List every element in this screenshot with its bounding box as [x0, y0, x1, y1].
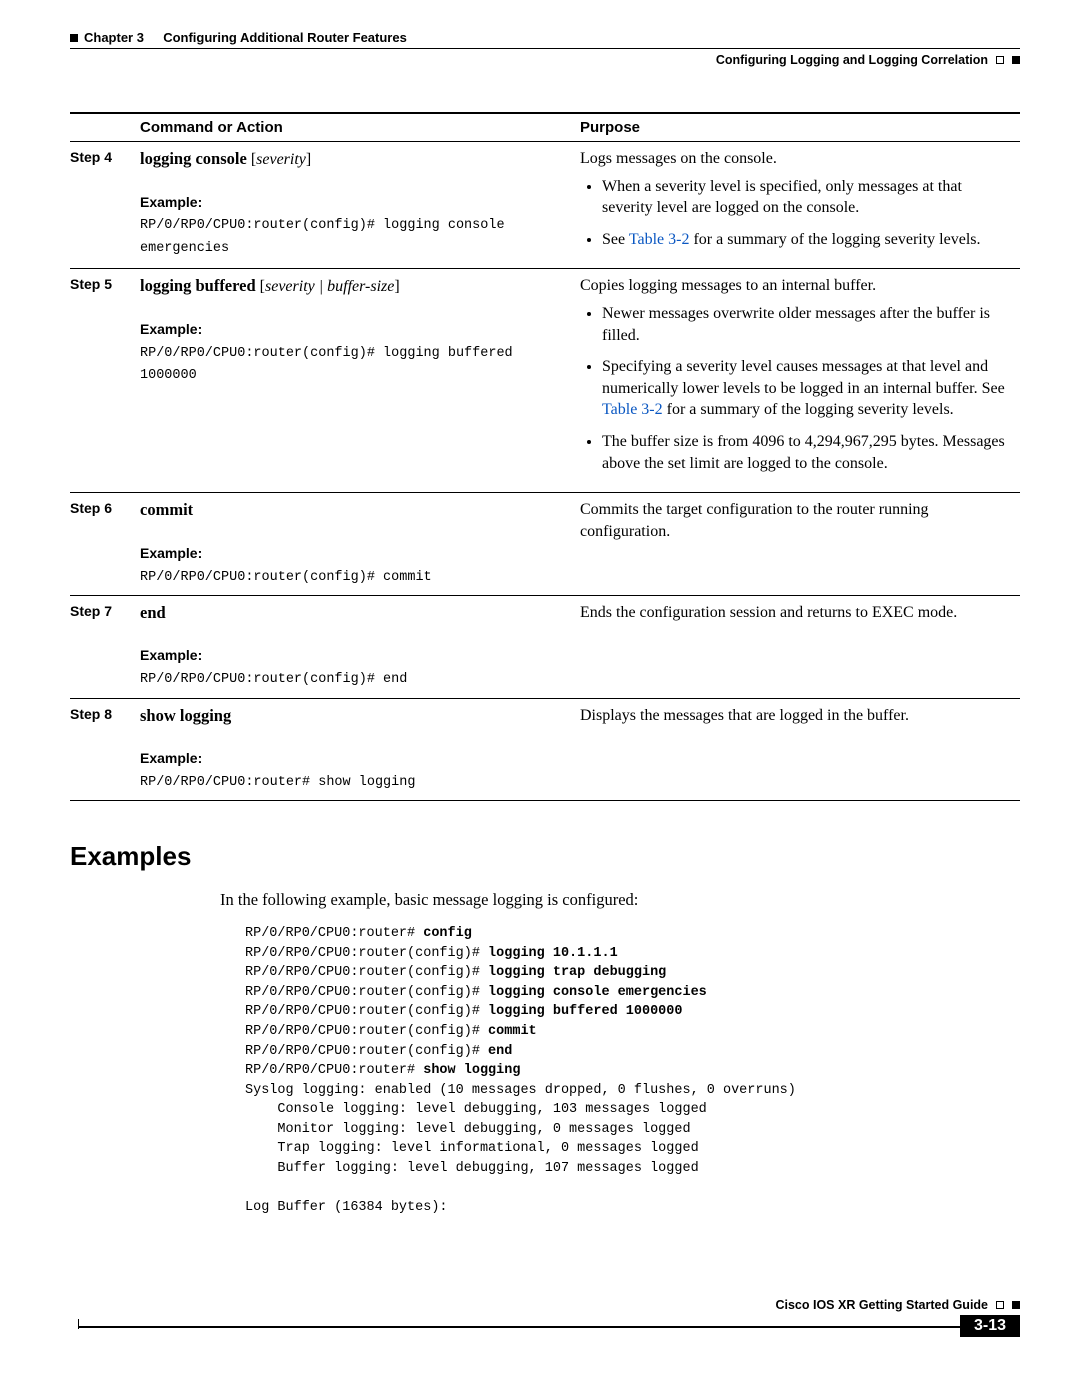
step-label: Step 4 — [70, 142, 140, 269]
square-icon — [1012, 1301, 1020, 1309]
table-row: Step 6commitExample:RP/0/RP0/CPU0:router… — [70, 493, 1020, 596]
chapter-title: Configuring Additional Router Features — [163, 30, 407, 45]
command-cell: logging console [severity]Example:RP/0/R… — [140, 142, 580, 269]
step-label: Step 6 — [70, 493, 140, 596]
square-icon — [70, 34, 78, 42]
footer-guide: Cisco IOS XR Getting Started Guide — [775, 1298, 988, 1312]
command-cell: logging buffered [severity | buffer-size… — [140, 269, 580, 493]
step-label: Step 5 — [70, 269, 140, 493]
page-number: 3-13 — [960, 1315, 1020, 1337]
col-command-header: Command or Action — [140, 113, 580, 142]
example-code-block: RP/0/RP0/CPU0:router# config RP/0/RP0/CP… — [245, 924, 1020, 1217]
table-row: Step 8show loggingExample:RP/0/RP0/CPU0:… — [70, 698, 1020, 801]
table-row: Step 5logging buffered [severity | buffe… — [70, 269, 1020, 493]
table-row: Step 7endExample:RP/0/RP0/CPU0:router(co… — [70, 595, 1020, 698]
square-outline-icon — [996, 56, 1004, 64]
purpose-cell: Logs messages on the console.When a seve… — [580, 142, 1020, 269]
examples-heading: Examples — [70, 841, 1020, 872]
purpose-cell: Ends the configuration session and retur… — [580, 595, 1020, 698]
page-footer: Cisco IOS XR Getting Started Guide 3-13 — [70, 1298, 1020, 1337]
command-cell: endExample:RP/0/RP0/CPU0:router(config)#… — [140, 595, 580, 698]
command-cell: commitExample:RP/0/RP0/CPU0:router(confi… — [140, 493, 580, 596]
section-title: Configuring Logging and Logging Correlat… — [716, 53, 988, 67]
purpose-cell: Displays the messages that are logged in… — [580, 698, 1020, 801]
square-outline-icon — [996, 1301, 1004, 1309]
square-icon — [1012, 56, 1020, 64]
table-row: Step 4logging console [severity]Example:… — [70, 142, 1020, 269]
col-purpose-header: Purpose — [580, 113, 1020, 142]
page-header: Chapter 3 Configuring Additional Router … — [70, 30, 1020, 45]
step-label: Step 7 — [70, 595, 140, 698]
purpose-cell: Commits the target configuration to the … — [580, 493, 1020, 596]
table-ref-link[interactable]: Table 3-2 — [602, 401, 663, 418]
steps-table: Command or Action Purpose Step 4logging … — [70, 112, 1020, 801]
step-label: Step 8 — [70, 698, 140, 801]
command-cell: show loggingExample:RP/0/RP0/CPU0:router… — [140, 698, 580, 801]
examples-intro: In the following example, basic message … — [220, 890, 1020, 910]
chapter-label: Chapter 3 — [84, 30, 144, 45]
purpose-cell: Copies logging messages to an internal b… — [580, 269, 1020, 493]
document-page: Chapter 3 Configuring Additional Router … — [0, 0, 1080, 1357]
table-ref-link[interactable]: Table 3-2 — [629, 231, 690, 248]
